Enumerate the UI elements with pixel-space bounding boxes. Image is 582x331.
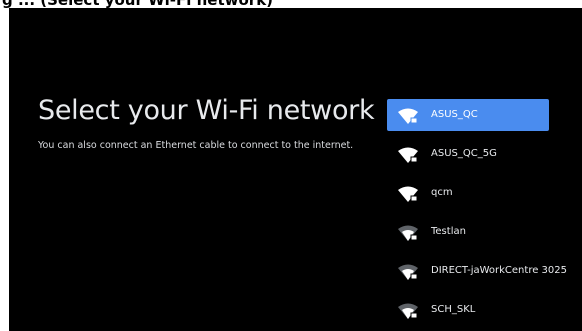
network-label: DIRECT-jaWorkCentre 3025 xyxy=(431,265,567,276)
wifi-locked-icon xyxy=(398,264,418,280)
network-item-qcm[interactable]: qcm xyxy=(387,177,549,209)
network-label: ASUS_QC xyxy=(431,109,478,120)
network-item-sch-skl[interactable]: SCH_SKL xyxy=(387,294,549,326)
wifi-locked-icon xyxy=(398,108,418,124)
network-list: ASUS_QC ASUS_QC_5G qcm Testlan DIRECT-ja… xyxy=(387,99,567,331)
network-label: SCH_SKL xyxy=(431,304,476,315)
network-item-testlan[interactable]: Testlan xyxy=(387,216,549,248)
network-label: qcm xyxy=(431,187,453,198)
network-label: Testlan xyxy=(431,226,466,237)
network-item-direct-workcentre[interactable]: DIRECT-jaWorkCentre 3025 xyxy=(387,255,567,287)
wifi-locked-icon xyxy=(398,186,418,202)
page-subtitle: You can also connect an Ethernet cable t… xyxy=(38,140,354,151)
wifi-locked-icon xyxy=(398,147,418,163)
wifi-locked-icon xyxy=(398,303,418,319)
page-caption: g ... (Select your Wi-Fi network) xyxy=(0,0,582,8)
wifi-locked-icon xyxy=(398,225,418,241)
wifi-setup-screen: Select your Wi-Fi network You can also c… xyxy=(9,8,582,331)
page-title: Select your Wi-Fi network xyxy=(38,95,375,126)
network-label: ASUS_QC_5G xyxy=(431,148,497,159)
network-item-asus-qc-5g[interactable]: ASUS_QC_5G xyxy=(387,138,549,170)
network-item-asus-qc[interactable]: ASUS_QC xyxy=(387,99,549,131)
